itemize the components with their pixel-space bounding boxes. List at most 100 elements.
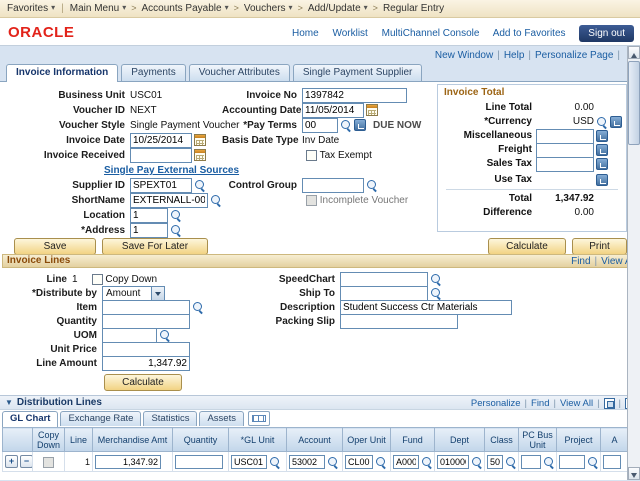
short-name-input[interactable] <box>130 193 208 208</box>
description-input[interactable] <box>340 300 512 315</box>
class-lookup-icon[interactable] <box>505 456 517 468</box>
tab-gl-chart[interactable]: GL Chart <box>2 411 58 427</box>
item-lookup-icon[interactable] <box>192 301 204 313</box>
calendar-icon[interactable] <box>194 134 206 146</box>
miscellaneous-detail-icon[interactable] <box>596 130 608 142</box>
grid-copy-down-checkbox[interactable] <box>43 457 54 468</box>
accounting-date-input[interactable] <box>302 103 364 118</box>
tab-invoice-information[interactable]: Invoice Information <box>6 64 118 82</box>
link-multichannel-console[interactable]: MultiChannel Console <box>382 28 480 39</box>
tab-assets[interactable]: Assets <box>199 411 244 426</box>
gl-unit-input[interactable] <box>231 455 267 469</box>
uom-input[interactable] <box>102 328 157 343</box>
line-amount-input[interactable] <box>102 356 190 371</box>
control-group-input[interactable] <box>302 178 364 193</box>
oper-unit-input[interactable] <box>345 455 373 469</box>
address-input[interactable] <box>130 223 168 238</box>
location-lookup-icon[interactable] <box>170 209 182 221</box>
link-new-window[interactable]: New Window <box>435 50 493 61</box>
find-link[interactable]: Find <box>531 398 549 409</box>
sales-tax-input[interactable] <box>536 157 594 172</box>
personalize-link[interactable]: Personalize <box>471 398 521 409</box>
freight-detail-icon[interactable] <box>596 144 608 156</box>
speedchart-input[interactable] <box>340 272 428 287</box>
breadcrumb-favorites[interactable]: Favorites <box>7 3 55 14</box>
supplier-id-input[interactable] <box>130 178 192 193</box>
line-calculate-button[interactable]: Calculate <box>104 374 182 391</box>
tab-single-payment-supplier[interactable]: Single Payment Supplier <box>293 64 423 81</box>
project-input[interactable] <box>559 455 585 469</box>
single-pay-external-sources-link[interactable]: Single Pay External Sources <box>104 165 239 176</box>
collapse-triangle-icon[interactable] <box>5 397 17 408</box>
save-for-later-button[interactable]: Save For Later <box>102 238 208 255</box>
location-input[interactable] <box>130 208 168 223</box>
vertical-scrollbar[interactable] <box>627 46 640 480</box>
calendar-icon[interactable] <box>366 104 378 116</box>
dept-lookup-icon[interactable] <box>471 456 483 468</box>
sales-tax-detail-icon[interactable] <box>596 158 608 170</box>
pay-terms-detail-icon[interactable] <box>354 119 366 131</box>
delete-row-button[interactable] <box>20 455 33 468</box>
gl-unit-lookup-icon[interactable] <box>269 456 281 468</box>
quantity-input[interactable] <box>102 314 190 329</box>
calendar-icon[interactable] <box>194 149 206 161</box>
scroll-down-arrow[interactable] <box>628 467 640 480</box>
invoice-no-input[interactable] <box>302 88 407 103</box>
currency-detail-icon[interactable] <box>610 116 622 128</box>
oper-unit-lookup-icon[interactable] <box>375 456 387 468</box>
speedchart-lookup-icon[interactable] <box>430 273 442 285</box>
tab-payments[interactable]: Payments <box>121 64 185 81</box>
project-lookup-icon[interactable] <box>587 456 599 468</box>
merchandise-amt-input[interactable] <box>95 455 161 469</box>
link-help[interactable]: Help <box>504 50 525 61</box>
account-input[interactable] <box>289 455 325 469</box>
breadcrumb-accounts-payable[interactable]: Accounts Payable <box>142 3 229 14</box>
address-lookup-icon[interactable] <box>170 224 182 236</box>
distribute-by-select[interactable]: Amount <box>102 286 165 301</box>
add-row-button[interactable] <box>5 455 18 468</box>
pc-bus-unit-input[interactable] <box>521 455 541 469</box>
breadcrumb-add-update[interactable]: Add/Update <box>308 3 368 14</box>
affiliate-input[interactable] <box>603 455 621 469</box>
pay-terms-lookup-icon[interactable] <box>340 119 352 131</box>
tab-voucher-attributes[interactable]: Voucher Attributes <box>189 64 290 81</box>
incomplete-voucher-checkbox[interactable] <box>306 195 317 206</box>
supplier-id-lookup-icon[interactable] <box>194 179 206 191</box>
print-button[interactable]: Print <box>572 238 627 255</box>
use-tax-detail-icon[interactable] <box>596 174 608 186</box>
unit-price-input[interactable] <box>102 342 190 357</box>
pc-bus-unit-lookup-icon[interactable] <box>543 456 555 468</box>
link-home[interactable]: Home <box>292 28 319 39</box>
grid-quantity-input[interactable] <box>175 455 223 469</box>
scrollbar-thumb[interactable] <box>628 61 640 145</box>
breadcrumb-vouchers[interactable]: Vouchers <box>244 3 293 14</box>
ship-to-input[interactable] <box>340 286 428 301</box>
scroll-up-arrow[interactable] <box>628 46 640 59</box>
tab-exchange-rate[interactable]: Exchange Rate <box>60 411 141 426</box>
ship-to-lookup-icon[interactable] <box>430 287 442 299</box>
calculate-button[interactable]: Calculate <box>488 238 566 255</box>
tax-exempt-checkbox[interactable] <box>306 150 317 161</box>
control-group-lookup-icon[interactable] <box>366 179 378 191</box>
sign-out-button[interactable]: Sign out <box>579 25 634 42</box>
currency-lookup-icon[interactable] <box>596 116 608 128</box>
copy-down-checkbox[interactable] <box>92 274 103 285</box>
breadcrumb-main-menu[interactable]: Main Menu <box>70 3 126 14</box>
account-lookup-icon[interactable] <box>327 456 339 468</box>
packing-slip-input[interactable] <box>340 314 458 329</box>
freight-input[interactable] <box>536 143 594 158</box>
view-all-link[interactable]: View All <box>560 398 593 409</box>
item-input[interactable] <box>102 300 190 315</box>
fund-input[interactable] <box>393 455 419 469</box>
invoice-received-input[interactable] <box>130 148 192 163</box>
popout-icon[interactable] <box>604 398 615 409</box>
fund-lookup-icon[interactable] <box>421 456 433 468</box>
link-add-to-favorites[interactable]: Add to Favorites <box>493 28 566 39</box>
dept-input[interactable] <box>437 455 469 469</box>
link-worklist[interactable]: Worklist <box>332 28 367 39</box>
tab-statistics[interactable]: Statistics <box>143 411 197 426</box>
class-input[interactable] <box>487 455 503 469</box>
invoice-date-input[interactable] <box>130 133 192 148</box>
show-all-columns-icon[interactable] <box>248 411 270 426</box>
short-name-lookup-icon[interactable] <box>210 194 222 206</box>
